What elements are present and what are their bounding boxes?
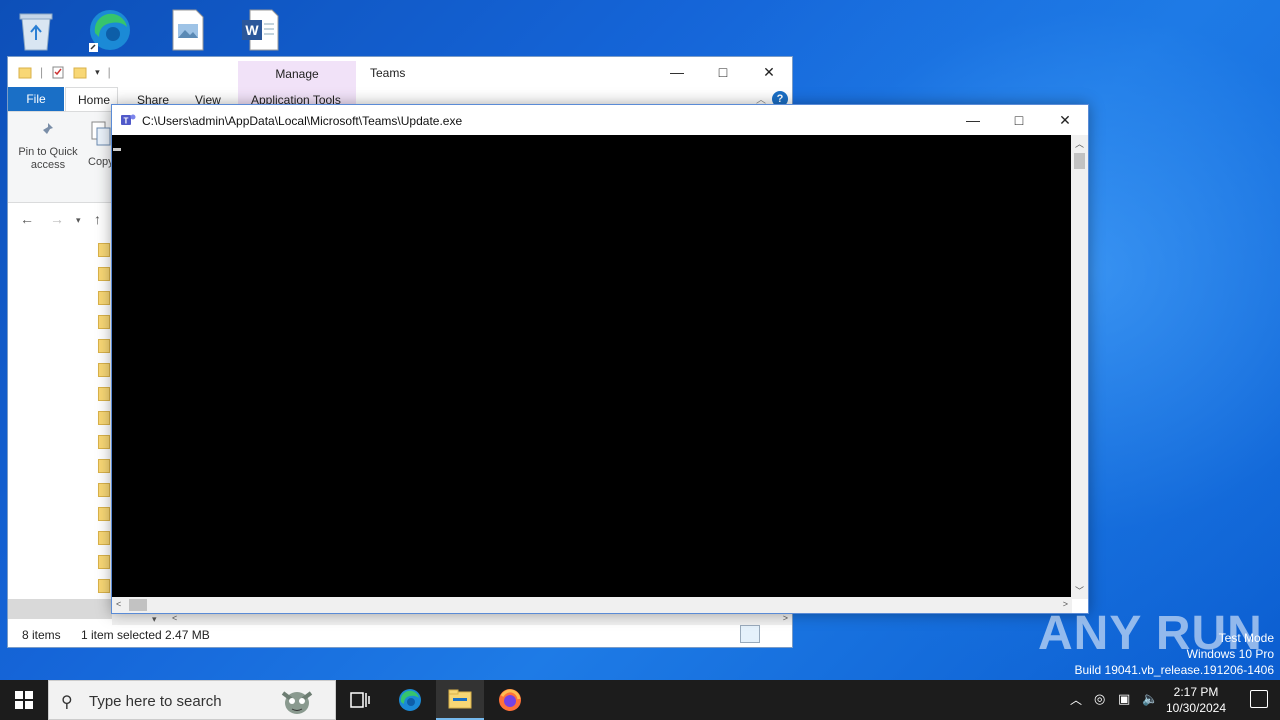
volume-icon[interactable]: 🔈 — [1142, 691, 1158, 707]
scroll-left-icon[interactable]: < — [116, 599, 121, 609]
file-explorer-icon — [448, 689, 472, 709]
separator: | — [40, 65, 44, 79]
taskbar-edge[interactable] — [386, 680, 434, 720]
edge-icon[interactable] — [86, 6, 134, 54]
folder-icon[interactable] — [98, 315, 110, 329]
horizontal-scrollbar[interactable]: < > — [112, 597, 1072, 613]
svg-text:T: T — [124, 117, 129, 126]
selection-info: 1 item selected 2.47 MB — [81, 628, 210, 642]
clock-date: 10/30/2024 — [1165, 701, 1227, 715]
notification-center-icon[interactable] — [1250, 690, 1268, 708]
folder-icon[interactable] — [98, 459, 110, 473]
details-view-icon[interactable] — [740, 625, 760, 643]
scroll-thumb[interactable] — [1074, 153, 1085, 169]
taskbar: ⚲ Type here to search ︿ ◎ ▣ 🔈 2:17 PM 10… — [0, 680, 1280, 720]
copy-label[interactable]: Copy — [88, 156, 114, 168]
clock-time: 2:17 PM — [1173, 685, 1219, 699]
firefox-icon — [499, 689, 521, 711]
console-titlebar[interactable]: T C:\Users\admin\AppData\Local\Microsoft… — [112, 105, 1088, 135]
properties-icon[interactable] — [51, 65, 65, 79]
task-view-icon — [350, 692, 370, 708]
folder-icon[interactable] — [98, 483, 110, 497]
maximize-button[interactable]: □ — [700, 57, 746, 87]
pin-to-quick-access-button[interactable]: Pin to Quick access — [16, 120, 80, 172]
back-arrow-icon[interactable]: ← — [20, 211, 34, 227]
quick-access-toolbar: | ▾ | — [18, 65, 111, 79]
text-cursor — [113, 148, 121, 151]
folder-icon[interactable] — [98, 267, 110, 281]
folder-icon[interactable] — [98, 291, 110, 305]
close-button[interactable]: ✕ — [746, 57, 792, 87]
folder-icon[interactable] — [98, 387, 110, 401]
os-label: Windows 10 Pro — [1186, 647, 1274, 661]
network-icon[interactable]: ▣ — [1118, 691, 1130, 707]
item-count: 8 items — [22, 628, 61, 642]
forward-arrow-icon[interactable]: → — [50, 211, 64, 227]
search-highlight-icon[interactable] — [277, 685, 317, 717]
image-file-icon[interactable] — [164, 6, 212, 54]
minimize-button[interactable]: — — [654, 57, 700, 87]
folder-icon[interactable] — [98, 243, 110, 257]
vertical-scrollbar[interactable]: ︿ ﹀ — [1071, 135, 1088, 599]
system-tray: ︿ ◎ ▣ 🔈 2:17 PM 10/30/2024 — [1060, 680, 1280, 720]
task-view-button[interactable] — [336, 680, 384, 720]
separator: | — [107, 65, 111, 79]
recent-locations-icon[interactable]: ▾ — [76, 215, 81, 226]
search-placeholder: Type here to search — [89, 693, 222, 710]
test-mode-label: Test Mode — [1218, 631, 1274, 645]
minimize-button[interactable]: — — [950, 105, 996, 135]
folder-icon[interactable] — [98, 411, 110, 425]
test-mode-info: Test Mode Windows 10 Pro Build 19041.vb_… — [1075, 630, 1275, 678]
console-title: C:\Users\admin\AppData\Local\Microsoft\T… — [142, 114, 463, 128]
new-folder-icon[interactable] — [73, 65, 87, 79]
chevron-down-icon[interactable]: ▾ — [95, 67, 100, 78]
maximize-button[interactable]: □ — [996, 105, 1042, 135]
meet-now-icon[interactable]: ◎ — [1094, 691, 1105, 707]
large-icons-view-icon[interactable] — [764, 625, 784, 643]
scroll-right-icon[interactable]: > — [783, 613, 788, 623]
folder-icon[interactable] — [98, 507, 110, 521]
folder-icon[interactable] — [98, 435, 110, 449]
taskbar-file-explorer[interactable] — [436, 680, 484, 720]
copy-icon[interactable] — [90, 120, 112, 148]
selected-nav-item[interactable] — [8, 599, 112, 619]
clock[interactable]: 2:17 PM 10/30/2024 — [1164, 684, 1228, 716]
folder-icon — [18, 67, 32, 79]
search-icon: ⚲ — [61, 694, 73, 711]
up-arrow-icon[interactable]: ↑ — [94, 211, 101, 227]
console-window[interactable]: T C:\Users\admin\AppData\Local\Microsoft… — [111, 104, 1089, 614]
scroll-left-icon[interactable]: < — [172, 613, 177, 623]
word-document-icon[interactable]: W — [236, 6, 284, 54]
tab-file[interactable]: File — [8, 87, 64, 111]
folder-icon[interactable] — [98, 555, 110, 569]
svg-text:W: W — [245, 22, 259, 38]
console-output[interactable] — [112, 135, 1072, 599]
taskbar-firefox[interactable] — [486, 680, 534, 720]
scroll-down-icon[interactable]: ﹀ — [1075, 584, 1084, 597]
edge-icon — [399, 689, 421, 711]
teams-icon: T — [121, 114, 136, 126]
show-hidden-icons-icon[interactable]: ︿ — [1070, 691, 1082, 708]
scroll-up-icon[interactable]: ︿ — [1075, 137, 1084, 150]
tab-home[interactable]: Home — [78, 93, 110, 107]
folder-icon[interactable] — [98, 339, 110, 353]
windows-logo-icon — [15, 691, 33, 709]
close-button[interactable]: ✕ — [1042, 105, 1088, 135]
folder-icon[interactable] — [98, 579, 110, 593]
start-button[interactable] — [0, 680, 48, 720]
window-title: Teams — [370, 66, 406, 80]
explorer-titlebar[interactable]: | ▾ | Manage Teams — □ ✕ — [8, 57, 792, 115]
folder-icon[interactable] — [98, 531, 110, 545]
pin-label: Pin to Quick access — [18, 146, 78, 171]
manage-tab[interactable]: Manage — [238, 67, 356, 81]
search-box[interactable]: ⚲ Type here to search — [48, 680, 336, 720]
recycle-bin-icon[interactable] — [12, 6, 60, 54]
navigation-pane — [8, 237, 112, 613]
status-bar: 8 items 1 item selected 2.47 MB — [8, 623, 792, 647]
pin-icon — [40, 123, 53, 137]
scroll-thumb[interactable] — [129, 599, 147, 611]
build-label: Build 19041.vb_release.191206-1406 — [1074, 663, 1275, 677]
folder-icon[interactable] — [98, 363, 110, 377]
